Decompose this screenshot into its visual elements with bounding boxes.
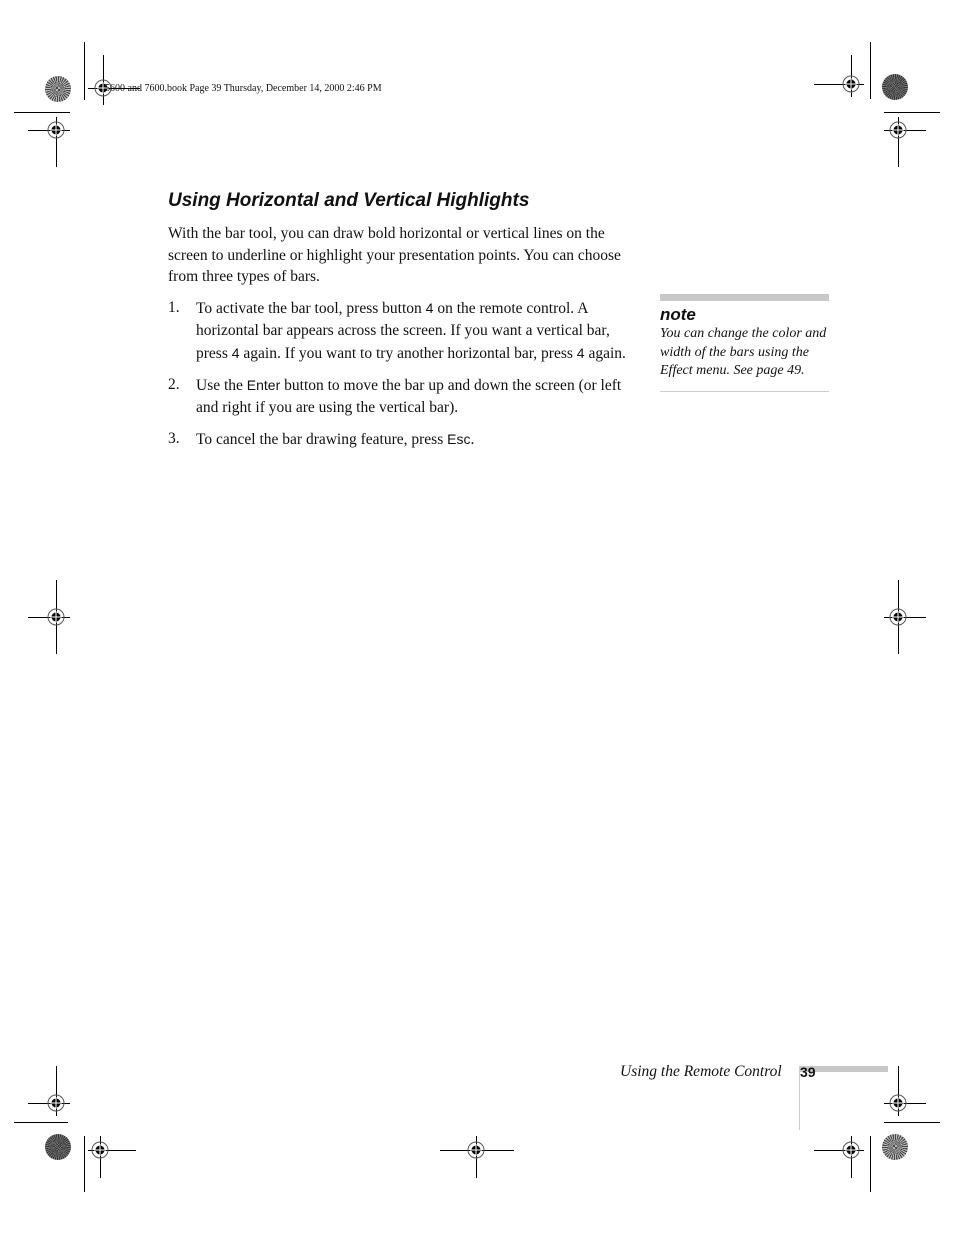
registration-target-icon bbox=[47, 121, 65, 139]
crop-mark bbox=[84, 42, 85, 100]
button-name: 4 bbox=[231, 345, 240, 361]
note-label: note bbox=[660, 305, 696, 324]
text-run: again. If you want to try another horizo… bbox=[239, 345, 577, 362]
section-title: Using Horizontal and Vertical Highlights bbox=[168, 190, 530, 211]
intro-paragraph: With the bar tool, you can draw bold hor… bbox=[168, 225, 621, 285]
note-text: You can change the color and width of th… bbox=[660, 325, 829, 392]
note-box: note You can change the color and width … bbox=[660, 294, 829, 392]
registration-star-icon bbox=[882, 74, 908, 100]
step-text: Use the Enter button to move the bar up … bbox=[196, 377, 621, 416]
print-slug: 5600 and 7600.book Page 39 Thursday, Dec… bbox=[105, 83, 382, 94]
text-run: To activate the bar tool, press button bbox=[196, 300, 426, 317]
chapter-title: Using the Remote Control bbox=[620, 1063, 782, 1080]
registration-target-icon bbox=[842, 1141, 860, 1159]
step-item: 2. Use the Enter button to move the bar … bbox=[168, 374, 638, 419]
text-run: To cancel the bar drawing feature, press bbox=[196, 431, 448, 448]
crop-mark bbox=[870, 42, 871, 99]
button-name: 4 bbox=[576, 345, 585, 361]
text-run: Use the bbox=[196, 377, 247, 394]
step-number: 1. bbox=[168, 299, 180, 316]
registration-target-icon bbox=[47, 608, 65, 626]
registration-star-icon bbox=[45, 76, 71, 102]
registration-target-icon bbox=[47, 1094, 65, 1112]
crop-mark bbox=[14, 1122, 68, 1123]
registration-target-icon bbox=[91, 1141, 109, 1159]
registration-star-icon bbox=[45, 1134, 71, 1160]
crop-mark bbox=[884, 1122, 940, 1123]
step-number: 3. bbox=[168, 430, 180, 447]
step-item: 3. To cancel the bar drawing feature, pr… bbox=[168, 428, 638, 451]
text-run: . bbox=[470, 431, 475, 448]
crop-mark bbox=[884, 112, 940, 113]
registration-target-icon bbox=[889, 1094, 907, 1112]
registration-target-icon bbox=[889, 608, 907, 626]
step-number: 2. bbox=[168, 376, 180, 393]
registration-target-icon bbox=[842, 75, 860, 93]
button-name: Enter bbox=[246, 377, 281, 393]
page-number: 39 bbox=[800, 1064, 816, 1080]
steps-list: 1. To activate the bar tool, press butto… bbox=[168, 297, 638, 460]
crop-mark bbox=[870, 1136, 871, 1192]
step-text: To cancel the bar drawing feature, press… bbox=[196, 431, 474, 448]
registration-target-icon bbox=[467, 1141, 485, 1159]
registration-target-icon bbox=[889, 121, 907, 139]
crop-mark bbox=[84, 1136, 85, 1192]
step-text: To activate the bar tool, press button 4… bbox=[196, 300, 626, 362]
registration-star-icon bbox=[882, 1134, 908, 1160]
text-run: again. bbox=[584, 345, 626, 362]
crop-mark bbox=[14, 112, 70, 113]
step-item: 1. To activate the bar tool, press butto… bbox=[168, 297, 638, 365]
note-top-bar bbox=[660, 294, 829, 301]
button-name: Esc bbox=[447, 431, 471, 447]
